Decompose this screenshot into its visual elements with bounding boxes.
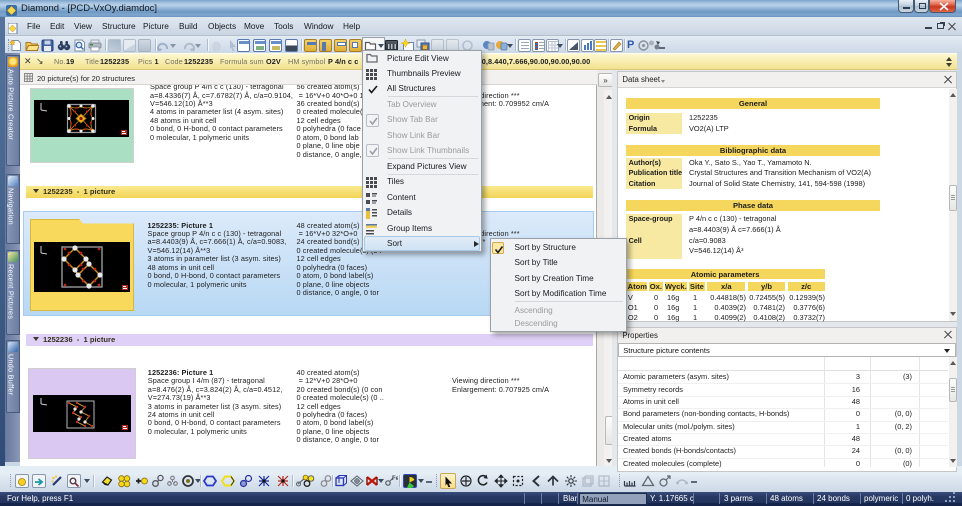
svg-text:Fe: Fe <box>392 476 398 482</box>
